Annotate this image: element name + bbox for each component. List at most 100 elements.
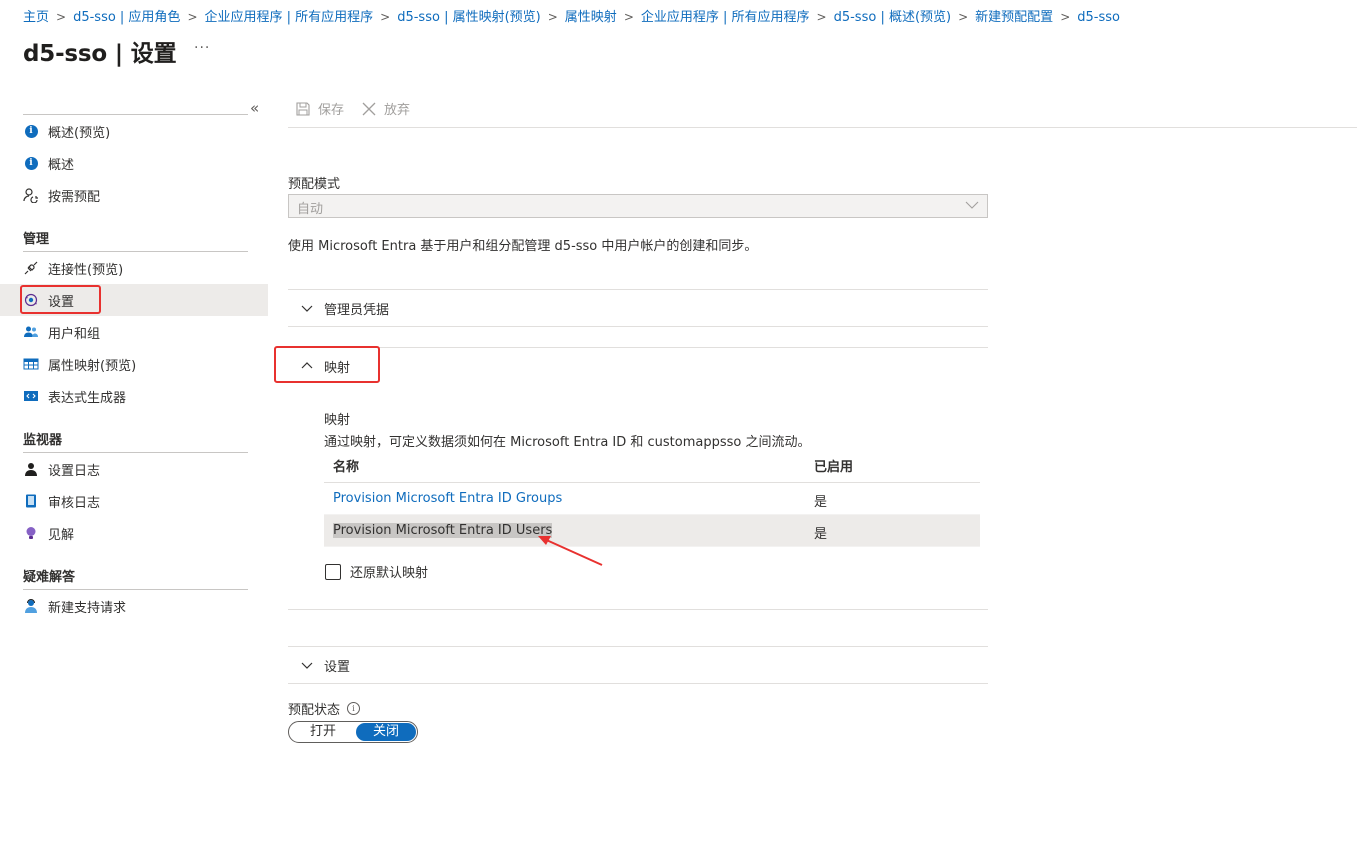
- section-title: 管理员凭据: [324, 302, 390, 318]
- column-header-enabled: 已启用: [814, 460, 854, 475]
- breadcrumb-item[interactable]: 企业应用程序 | 所有应用程序: [205, 10, 374, 25]
- sidebar-item-label: 见解: [48, 527, 75, 543]
- sidebar-item-overview[interactable]: i 概述: [0, 147, 268, 179]
- sidebar-item-label: 表达式生成器: [48, 390, 127, 406]
- annotation-highlight-box: [274, 346, 380, 383]
- sidebar-section-monitor: 监视器: [23, 433, 63, 448]
- mappings-title: 映射: [324, 413, 351, 428]
- page-title: d5-sso | 设置: [23, 41, 177, 67]
- breadcrumb-item[interactable]: 属性映射: [565, 10, 617, 25]
- section-divider: [288, 326, 988, 327]
- command-bar: 保存 放弃: [288, 96, 1357, 128]
- lightbulb-icon: [23, 525, 39, 541]
- sidebar-item-label: 连接性(预览): [48, 262, 124, 278]
- sidebar-item-attribute-mapping[interactable]: 属性映射(预览): [0, 348, 268, 380]
- provisioning-status-label-text: 预配状态: [288, 703, 341, 718]
- provisioning-status-toggle[interactable]: 打开 关闭: [288, 721, 418, 743]
- chevron-right-icon: >: [1060, 10, 1071, 24]
- sidebar-item-label: 按需预配: [48, 189, 101, 205]
- close-icon: [360, 100, 378, 118]
- info-icon[interactable]: i: [347, 702, 361, 715]
- chevron-down-icon: [300, 301, 314, 315]
- discard-button[interactable]: 放弃: [360, 99, 410, 118]
- table-row[interactable]: Provision Microsoft Entra ID Groups 是: [324, 483, 980, 515]
- sidebar-item-provisioning-logs[interactable]: 设置日志: [0, 453, 268, 485]
- book-icon: [23, 493, 39, 509]
- save-icon: [294, 100, 312, 118]
- chevron-right-icon: >: [623, 10, 634, 24]
- sidebar-item-label: 属性映射(预览): [48, 358, 137, 374]
- annotation-highlight-box: [20, 285, 101, 314]
- person-sync-icon: [23, 187, 39, 203]
- save-button[interactable]: 保存: [294, 99, 344, 118]
- chevron-down-icon: [965, 198, 979, 216]
- sidebar-item-insights[interactable]: 见解: [0, 517, 268, 549]
- mappings-table: 名称 已启用 Provision Microsoft Entra ID Grou…: [324, 451, 980, 547]
- breadcrumb: 主页 > d5-sso | 应用角色 > 企业应用程序 | 所有应用程序 > d5-sso …: [23, 6, 1120, 25]
- sidebar-item-users-and-groups[interactable]: 用户和组: [0, 316, 268, 348]
- sidebar-item-overview-preview[interactable]: i 概述(预览): [0, 115, 268, 147]
- mappings-section-header[interactable]: 映射: [288, 348, 988, 384]
- admin-credentials-section-header[interactable]: 管理员凭据: [288, 290, 988, 326]
- mapping-link-groups[interactable]: Provision Microsoft Entra ID Groups: [333, 491, 562, 506]
- more-options-button[interactable]: ···: [194, 40, 210, 56]
- chevron-down-icon: [300, 658, 314, 672]
- chevron-right-icon: >: [380, 10, 391, 24]
- sidebar-item-label: 审核日志: [48, 495, 101, 511]
- toggle-option-off[interactable]: 关闭: [356, 723, 416, 741]
- provisioning-status-label: 预配状态 i: [288, 699, 361, 718]
- code-icon: [23, 388, 39, 404]
- settings-section-header[interactable]: 设置: [288, 647, 988, 683]
- info-icon: i: [23, 123, 39, 139]
- breadcrumb-item[interactable]: d5-sso: [1077, 10, 1120, 25]
- mapping-enabled-value: 是: [814, 495, 828, 510]
- save-button-label: 保存: [318, 103, 345, 118]
- chevron-right-icon: >: [958, 10, 969, 24]
- sidebar-item-label: 设置日志: [48, 463, 101, 479]
- provisioning-description: 使用 Microsoft Entra 基于用户和组分配管理 d5-sso 中用户…: [288, 239, 758, 254]
- discard-button-label: 放弃: [384, 103, 411, 118]
- sidebar-item-new-support-request[interactable]: 新建支持请求: [0, 590, 268, 622]
- sidebar-item-expression-builder[interactable]: 表达式生成器: [0, 380, 268, 412]
- breadcrumb-item[interactable]: 企业应用程序 | 所有应用程序: [641, 10, 810, 25]
- table-icon: [23, 356, 39, 372]
- section-divider: [288, 683, 988, 684]
- section-divider: [288, 609, 988, 610]
- sidebar-item-provision-on-demand[interactable]: 按需预配: [0, 179, 268, 211]
- mapping-enabled-value: 是: [814, 527, 828, 542]
- chevron-right-icon: >: [187, 10, 198, 24]
- breadcrumb-item[interactable]: 主页: [23, 10, 49, 25]
- sidebar-section-manage: 管理: [23, 232, 50, 247]
- breadcrumb-item[interactable]: 新建预配配置: [975, 10, 1053, 25]
- sidebar-section-troubleshoot: 疑难解答: [23, 570, 76, 585]
- sidebar-item-label: 概述(预览): [48, 125, 111, 141]
- table-header-row: 名称 已启用: [324, 451, 980, 483]
- restore-default-mappings-checkbox[interactable]: 还原默认映射: [325, 562, 428, 581]
- users-icon: [23, 324, 39, 340]
- sidebar-item-label: 新建支持请求: [48, 600, 127, 616]
- breadcrumb-item[interactable]: d5-sso | 应用角色: [73, 10, 180, 25]
- table-row[interactable]: Provision Microsoft Entra ID Users 是: [324, 515, 980, 547]
- mapping-link-users[interactable]: Provision Microsoft Entra ID Users: [333, 523, 553, 538]
- chevron-right-icon: >: [816, 10, 827, 24]
- mappings-description: 通过映射，可定义数据须如何在 Microsoft Entra ID 和 cust…: [324, 435, 811, 450]
- info-icon: i: [23, 155, 39, 171]
- sidebar-item-audit-logs[interactable]: 审核日志: [0, 485, 268, 517]
- sidebar-item-label: 用户和组: [48, 326, 101, 342]
- checkbox-label: 还原默认映射: [350, 566, 429, 581]
- breadcrumb-item[interactable]: d5-sso | 属性映射(预览): [397, 10, 541, 25]
- column-header-name: 名称: [333, 460, 360, 475]
- person-log-icon: [23, 461, 39, 477]
- section-title: 设置: [324, 659, 351, 675]
- chevron-right-icon: >: [56, 10, 67, 24]
- chevron-right-icon: >: [547, 10, 558, 24]
- checkbox-box[interactable]: [325, 563, 341, 580]
- sidebar-item-label: 概述: [48, 157, 75, 173]
- annotation-arrow: [538, 536, 603, 566]
- toggle-option-on[interactable]: 打开: [291, 723, 355, 741]
- sidebar-item-connectivity[interactable]: 连接性(预览): [0, 252, 268, 284]
- plug-icon: [23, 260, 39, 276]
- provisioning-mode-dropdown[interactable]: 自动: [288, 194, 988, 218]
- breadcrumb-item[interactable]: d5-sso | 概述(预览): [834, 10, 952, 25]
- provisioning-mode-value: 自动: [297, 202, 324, 217]
